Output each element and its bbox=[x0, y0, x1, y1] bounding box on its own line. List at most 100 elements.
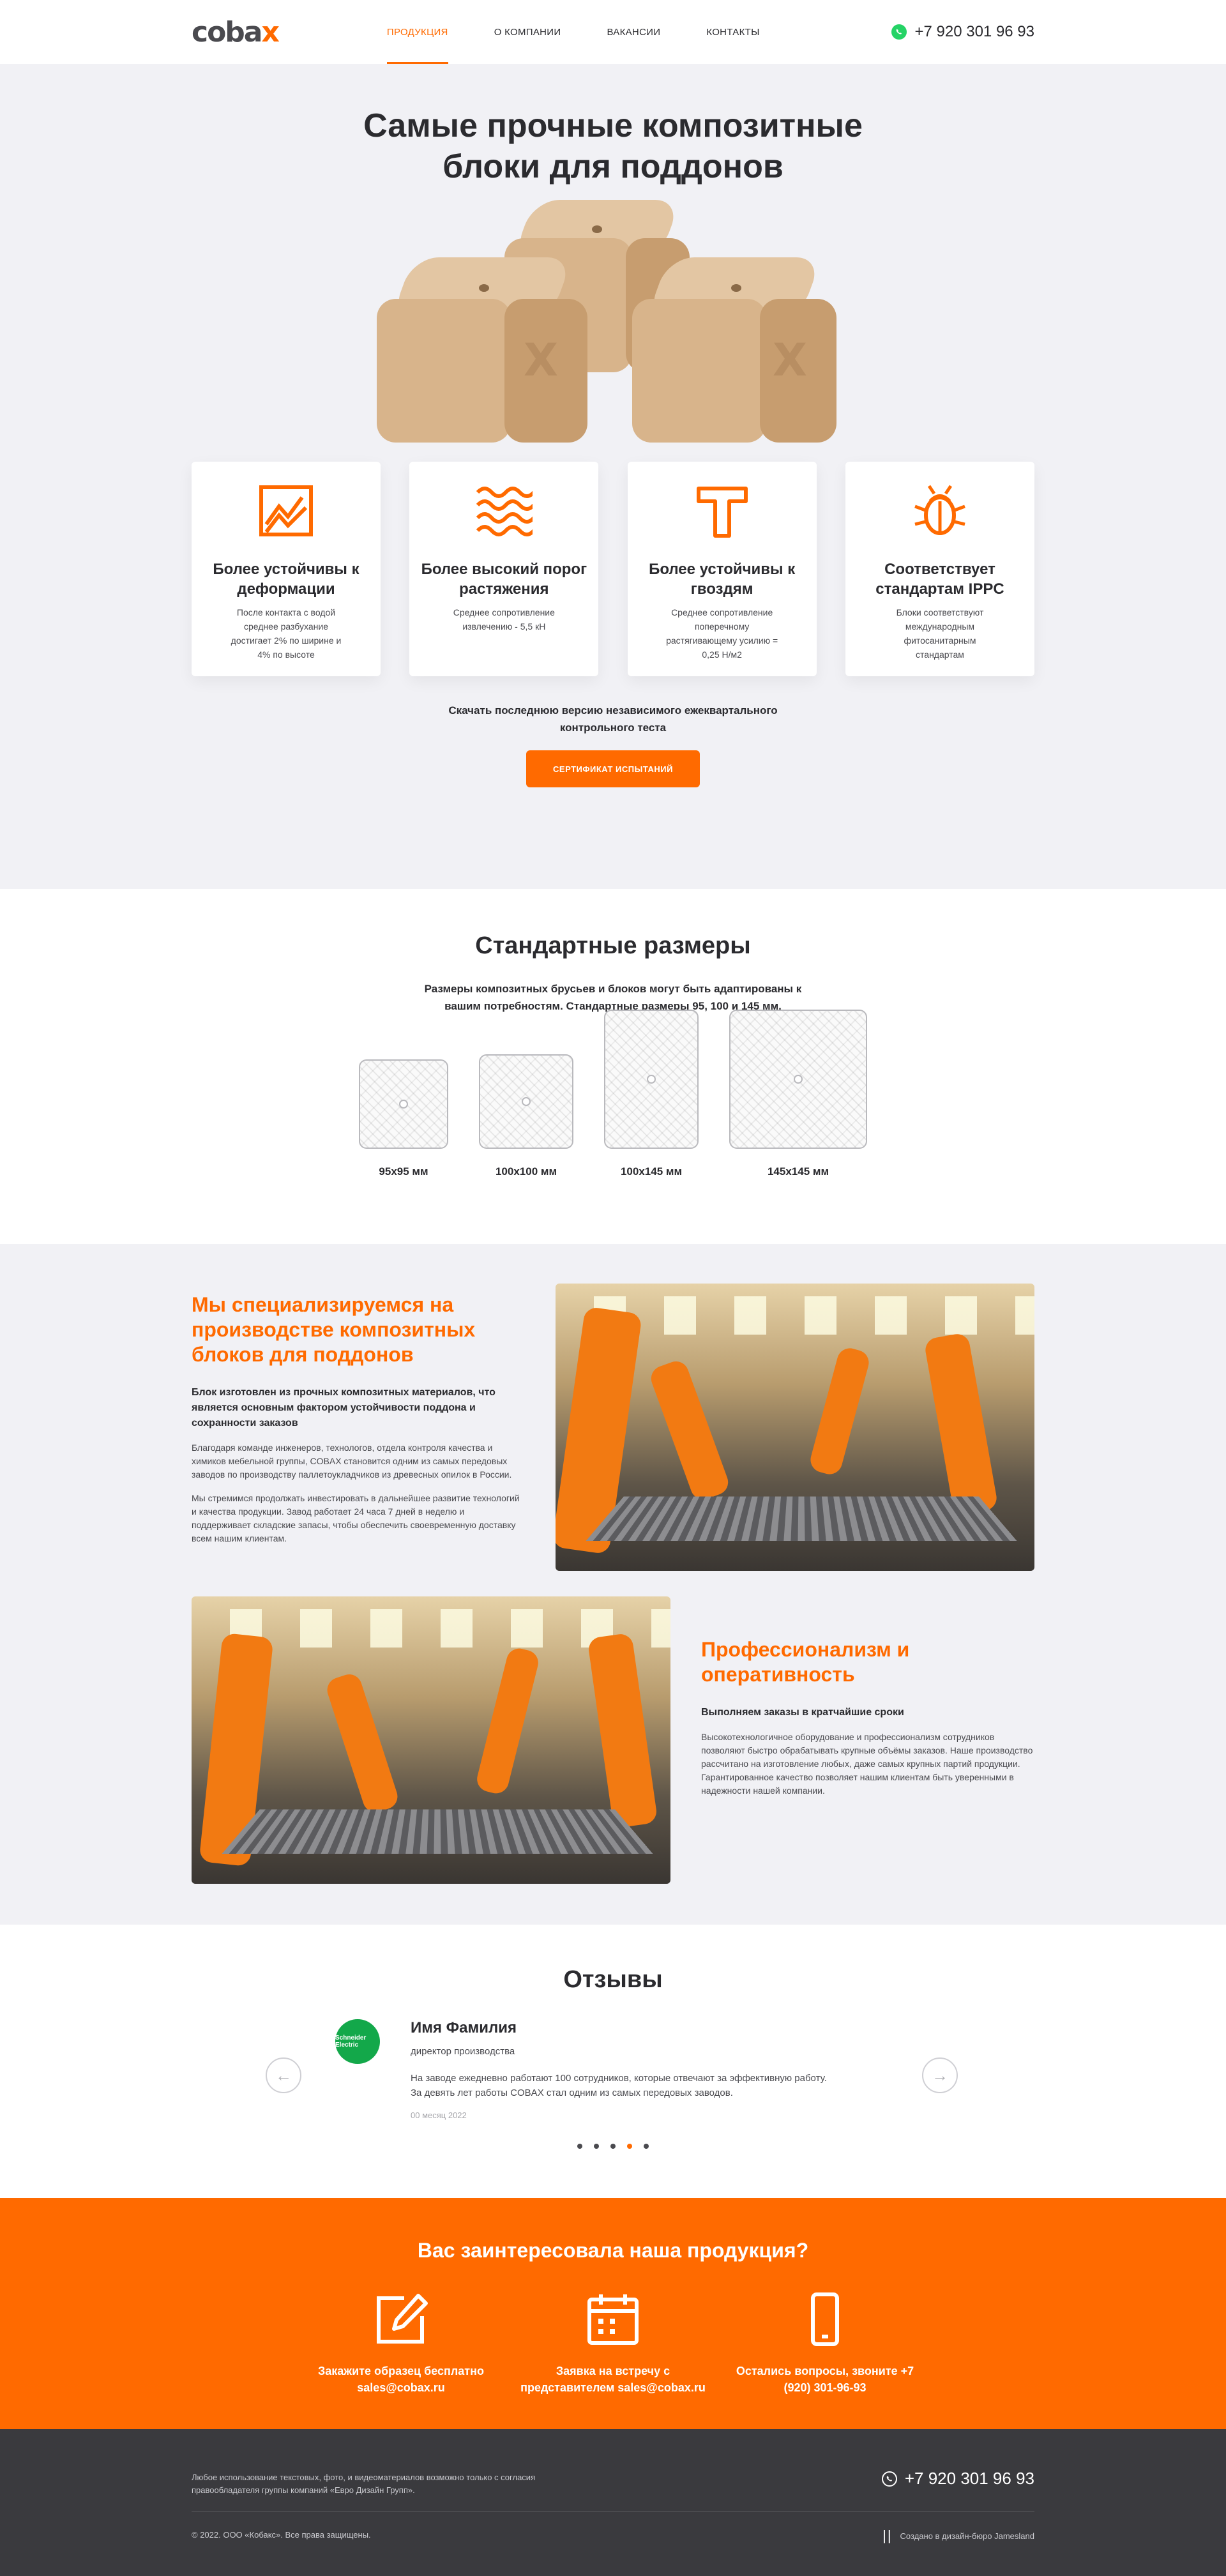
size-label: 100x145 мм bbox=[621, 1165, 682, 1178]
feature-card: Более устойчивы к гвоздям Среднее сопрот… bbox=[628, 462, 817, 676]
footer-divider bbox=[192, 2511, 1034, 2512]
footer-copyright-note: Любое использование текстовых, фото, и в… bbox=[192, 2471, 587, 2497]
avatar: Schneider Electric bbox=[335, 2019, 380, 2064]
cta-item-text: Остались вопросы, звоните +7 (920) 301-9… bbox=[723, 2363, 927, 2396]
about-section: Мы специализируемся на производстве комп… bbox=[0, 1244, 1226, 1925]
logo[interactable]: coba x bbox=[192, 16, 278, 49]
nav-item-products[interactable]: Продукция bbox=[387, 0, 448, 64]
arrow-left-icon: ← bbox=[275, 2066, 292, 2086]
footer-phone-number: +7 920 301 96 93 bbox=[905, 2469, 1034, 2489]
size-label: 100x100 мм bbox=[496, 1165, 557, 1178]
download-text: Скачать последнюю версию независимого еж… bbox=[434, 702, 792, 736]
nav-item-about[interactable]: О компании bbox=[494, 0, 561, 64]
review-date: 00 месяц 2022 bbox=[411, 2110, 846, 2120]
calendar-icon bbox=[584, 2291, 642, 2348]
review-author-role: директор производства bbox=[411, 2046, 846, 2057]
size-block-image bbox=[479, 1054, 573, 1149]
feature-title: Соответствует стандартам IPPC bbox=[845, 559, 1034, 599]
size-block-image bbox=[729, 1010, 867, 1149]
bug-icon bbox=[911, 482, 969, 540]
block-cube-left: X bbox=[377, 257, 587, 443]
pagination-dot[interactable] bbox=[594, 2144, 599, 2149]
nav-item-vacancies[interactable]: Вакансии bbox=[607, 0, 660, 64]
size-item: 100x145 мм bbox=[604, 1010, 699, 1178]
feature-title: Более устойчивы к гвоздям bbox=[628, 559, 817, 599]
feature-title: Более устойчивы к деформации bbox=[192, 559, 381, 599]
feature-card: Более высокий порог растяжения Среднее с… bbox=[409, 462, 598, 676]
about-paragraph: Высокотехнологичное оборудование и профе… bbox=[701, 1731, 1033, 1798]
cta-item-text: Закажите образец бесплатно sales@cobax.r… bbox=[299, 2363, 503, 2396]
nav-item-contacts[interactable]: Контакты bbox=[706, 0, 759, 64]
feature-text: Среднее сопротивление поперечному растяг… bbox=[662, 605, 783, 662]
reviews-section: Отзывы ← Schneider Electric Имя Фамилия … bbox=[0, 1925, 1226, 2198]
logo-text: coba bbox=[192, 16, 262, 49]
made-by-link[interactable]: || Создано в дизайн-бюро Jamesland bbox=[882, 2527, 1034, 2544]
about-lead: Выполняем заказы в кратчайшие сроки bbox=[701, 1705, 1033, 1720]
about-title: Мы специализируемся на производстве комп… bbox=[192, 1292, 524, 1367]
size-label: 145x145 мм bbox=[768, 1165, 829, 1178]
factory-photo-2 bbox=[192, 1596, 670, 1884]
header-phone[interactable]: +7 920 301 96 93 bbox=[891, 23, 1034, 41]
whatsapp-icon bbox=[882, 2471, 897, 2487]
about-paragraph: Благодаря команде инженеров, технологов,… bbox=[192, 1441, 524, 1481]
prev-review-button[interactable]: ← bbox=[266, 2057, 301, 2093]
cta-item-text: Заявка на встречу с представителем sales… bbox=[511, 2363, 715, 2396]
site-footer: Любое использование текстовых, фото, и в… bbox=[0, 2429, 1226, 2576]
factory-photo bbox=[556, 1284, 1034, 1571]
site-header: coba x Продукция О компании Вакансии Конт… bbox=[0, 0, 1226, 64]
feature-card: Соответствует стандартам IPPC Блоки соот… bbox=[845, 462, 1034, 676]
features-list: Более устойчивы к деформации После конта… bbox=[192, 462, 1034, 676]
footer-rights: © 2022. ООО «Кобакс». Все права защищены… bbox=[192, 2530, 371, 2540]
certificate-button[interactable]: Сертификат испытаний bbox=[526, 750, 700, 787]
hero-title: Самые прочные композитные блоки для подд… bbox=[326, 64, 900, 187]
chart-icon bbox=[257, 482, 315, 540]
pagination-dot[interactable] bbox=[644, 2144, 649, 2149]
feature-text: Блоки соответствуют международным фитоса… bbox=[879, 605, 1001, 662]
header-phone-number: +7 920 301 96 93 bbox=[914, 23, 1034, 41]
size-label: 95x95 мм bbox=[379, 1165, 428, 1178]
main-nav: Продукция О компании Вакансии Контакты bbox=[387, 0, 806, 64]
cta-order-sample[interactable]: Закажите образец бесплатно sales@cobax.r… bbox=[299, 2291, 503, 2396]
feature-text: После контакта с водой среднее разбухани… bbox=[225, 605, 347, 662]
arrow-right-icon: → bbox=[932, 2066, 948, 2086]
about-title: Профессионализм и оперативность bbox=[701, 1637, 1033, 1687]
pencil-icon bbox=[372, 2291, 430, 2348]
review-card: Schneider Electric Имя Фамилия директор … bbox=[335, 2019, 846, 2120]
feature-title: Более высокий порог растяжения bbox=[409, 559, 598, 599]
phone-icon bbox=[796, 2291, 854, 2348]
product-blocks-image: X X bbox=[358, 193, 868, 449]
footer-phone[interactable]: +7 920 301 96 93 bbox=[882, 2469, 1034, 2489]
hero-section: Самые прочные композитные блоки для подд… bbox=[0, 64, 1226, 889]
whatsapp-icon bbox=[891, 24, 907, 40]
pagination-dot[interactable] bbox=[627, 2144, 632, 2149]
logo-accent: x bbox=[262, 16, 278, 49]
size-block-image bbox=[604, 1010, 699, 1149]
reviews-pagination bbox=[0, 2144, 1226, 2149]
cta-title: Вас заинтересовала наша продукция? bbox=[0, 2198, 1226, 2262]
cta-meeting-request[interactable]: Заявка на встречу с представителем sales… bbox=[511, 2291, 715, 2396]
size-item: 145x145 мм bbox=[729, 1010, 867, 1178]
block-mark: X bbox=[524, 334, 558, 386]
sizes-title: Стандартные размеры bbox=[0, 889, 1226, 960]
feature-card: Более устойчивы к деформации После конта… bbox=[192, 462, 381, 676]
hammer-icon bbox=[693, 482, 751, 540]
made-by-text: Создано в дизайн-бюро Jamesland bbox=[900, 2531, 1034, 2541]
reviews-title: Отзывы bbox=[0, 1925, 1226, 1994]
about-lead: Блок изготовлен из прочных композитных м… bbox=[192, 1385, 524, 1431]
block-mark: X bbox=[773, 334, 807, 386]
sizes-list: 95x95 мм 100x100 мм 100x145 мм 145x145 м… bbox=[0, 1038, 1226, 1178]
block-cube-right: X bbox=[632, 257, 836, 443]
next-review-button[interactable]: → bbox=[922, 2057, 958, 2093]
review-author-name: Имя Фамилия bbox=[411, 2019, 846, 2037]
size-item: 100x100 мм bbox=[479, 1054, 573, 1178]
size-block-image bbox=[359, 1059, 448, 1149]
sizes-section: Стандартные размеры Размеры композитных … bbox=[0, 889, 1226, 1244]
pagination-dot[interactable] bbox=[610, 2144, 616, 2149]
about-paragraph: Мы стремимся продолжать инвестировать в … bbox=[192, 1492, 524, 1545]
pagination-dot[interactable] bbox=[577, 2144, 582, 2149]
size-item: 95x95 мм bbox=[359, 1059, 448, 1178]
about-block-professionalism: Профессионализм и оперативность Выполняе… bbox=[701, 1637, 1033, 1798]
about-block-specialization: Мы специализируемся на производстве комп… bbox=[192, 1292, 524, 1545]
cta-list: Закажите образец бесплатно sales@cobax.r… bbox=[0, 2291, 1226, 2396]
cta-call[interactable]: Остались вопросы, звоните +7 (920) 301-9… bbox=[723, 2291, 927, 2396]
